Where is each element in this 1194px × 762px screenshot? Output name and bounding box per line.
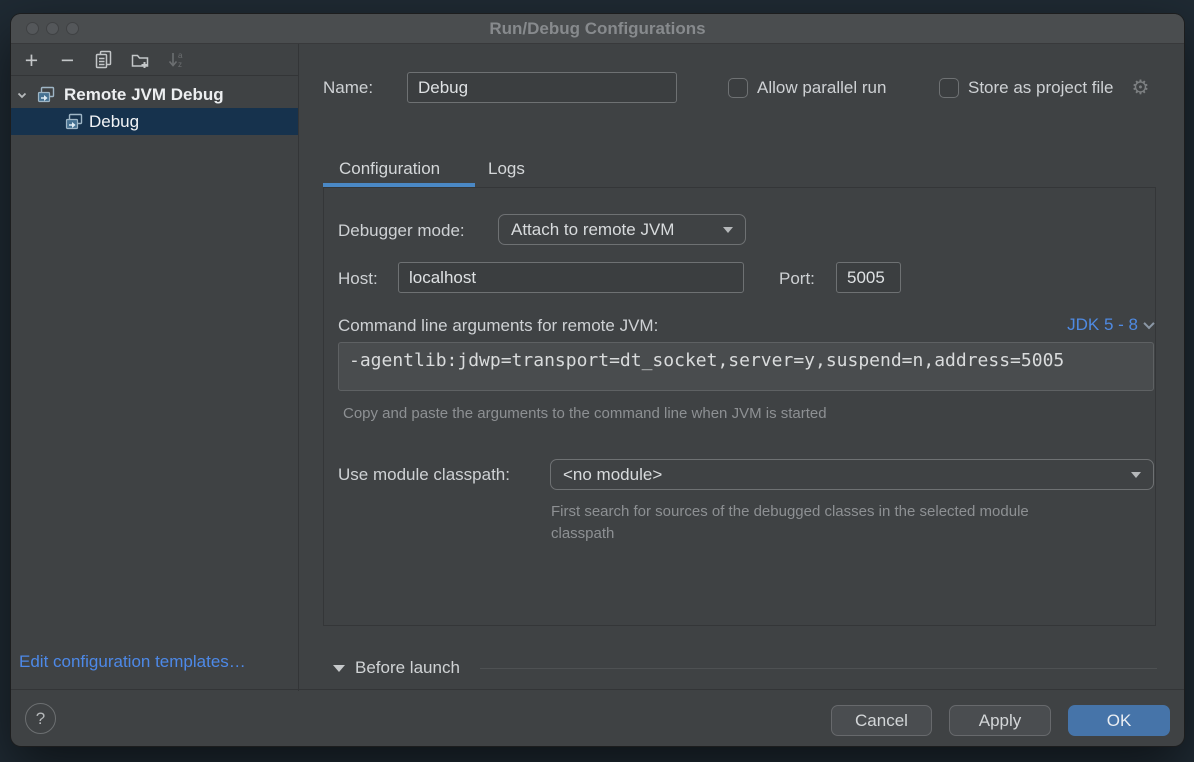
host-input[interactable] [398, 262, 744, 293]
remote-debug-icon [37, 85, 56, 104]
host-label: Host: [338, 268, 378, 290]
jdk-version-value: JDK 5 - 8 [1067, 315, 1138, 335]
tab-logs[interactable]: Logs [488, 156, 525, 182]
name-label: Name: [323, 77, 373, 99]
name-input[interactable] [407, 72, 677, 103]
debugger-mode-value: Attach to remote JVM [511, 220, 674, 240]
gear-icon[interactable]: ⚙ [1132, 78, 1150, 98]
allow-parallel-run-label: Allow parallel run [757, 78, 886, 98]
ok-button[interactable]: OK [1068, 705, 1170, 736]
allow-parallel-run-checkbox[interactable] [728, 78, 748, 98]
chevron-down-icon [723, 227, 733, 233]
module-classpath-hint: First search for sources of the debugged… [551, 501, 1051, 545]
module-classpath-value: <no module> [563, 465, 662, 485]
module-classpath-label: Use module classpath: [338, 464, 510, 486]
before-launch-section[interactable]: Before launch [333, 656, 1157, 680]
add-icon[interactable]: + [21, 49, 42, 70]
new-folder-icon[interactable] [129, 49, 150, 70]
window-title: Run/Debug Configurations [11, 14, 1184, 43]
remote-debug-icon [65, 112, 84, 131]
cmdline-args-hint: Copy and paste the arguments to the comm… [343, 403, 827, 425]
remove-icon[interactable]: − [57, 49, 78, 70]
run-debug-configurations-dialog: Run/Debug Configurations + − [10, 13, 1185, 747]
help-button[interactable]: ? [25, 703, 56, 734]
tree-group-label: Remote JVM Debug [64, 85, 224, 105]
tree-item-debug-selected[interactable]: Debug [11, 108, 298, 135]
copy-icon[interactable] [93, 49, 114, 70]
dialog-button-bar: ? Cancel Apply OK [11, 689, 1184, 746]
jdk-version-selector[interactable]: JDK 5 - 8 [1067, 315, 1153, 335]
section-separator [480, 668, 1157, 669]
close-button[interactable] [26, 22, 39, 35]
svg-text:a: a [178, 51, 183, 60]
apply-button[interactable]: Apply [949, 705, 1051, 736]
collapse-triangle-icon[interactable] [333, 665, 345, 672]
sort-alphabetically-icon[interactable]: a z [165, 49, 186, 70]
titlebar[interactable]: Run/Debug Configurations [11, 14, 1184, 44]
chevron-down-icon [1131, 472, 1141, 478]
port-label: Port: [779, 268, 815, 290]
minimize-button[interactable] [46, 22, 59, 35]
zoom-button[interactable] [66, 22, 79, 35]
chevron-down-icon[interactable] [15, 88, 29, 102]
configurations-sidebar: + − a [11, 44, 299, 691]
cancel-button[interactable]: Cancel [831, 705, 932, 736]
tree-group-remote-jvm-debug[interactable]: Remote JVM Debug [11, 81, 298, 108]
store-as-project-file-checkbox[interactable] [939, 78, 959, 98]
cmdline-args-label: Command line arguments for remote JVM: [338, 315, 658, 337]
store-as-project-file-checkbox-group: Store as project file ⚙ [939, 77, 1149, 98]
store-as-project-file-label: Store as project file [968, 78, 1114, 98]
debugger-mode-label: Debugger mode: [338, 220, 465, 242]
sidebar-toolbar: + − a [11, 44, 298, 76]
debugger-mode-select[interactable]: Attach to remote JVM [498, 214, 746, 245]
svg-text:z: z [178, 60, 182, 69]
chevron-down-icon [1143, 318, 1154, 329]
tab-configuration[interactable]: Configuration [339, 156, 440, 182]
edit-configuration-templates-link[interactable]: Edit configuration templates… [19, 652, 246, 672]
configuration-editor: Name: Allow parallel run Store as projec… [300, 44, 1185, 691]
module-classpath-select[interactable]: <no module> [550, 459, 1154, 490]
tree-item-label: Debug [89, 112, 139, 132]
before-launch-label: Before launch [355, 658, 460, 678]
cmdline-args-field[interactable]: -agentlib:jdwp=transport=dt_socket,serve… [338, 342, 1154, 391]
port-input[interactable] [836, 262, 901, 293]
allow-parallel-run-checkbox-group: Allow parallel run [728, 77, 886, 98]
